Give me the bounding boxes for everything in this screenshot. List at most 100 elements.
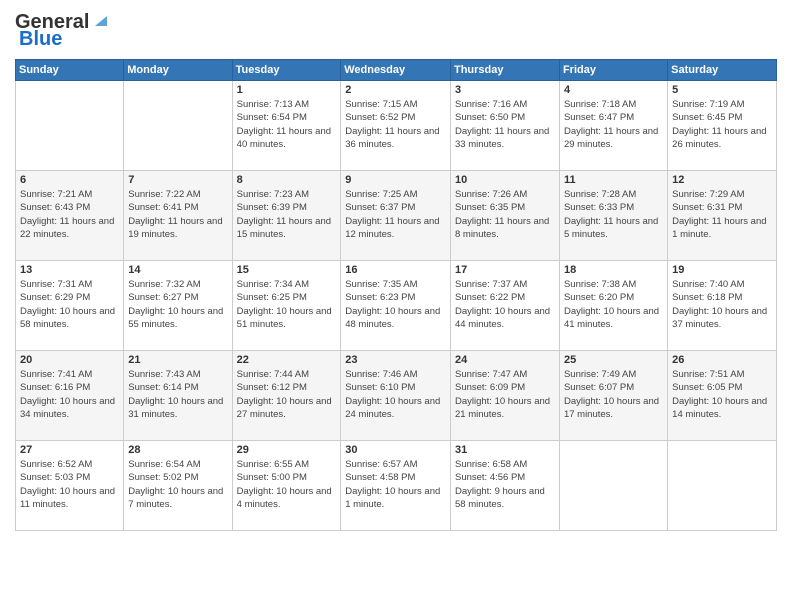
- day-number: 31: [455, 444, 555, 456]
- day-number: 11: [564, 174, 663, 186]
- day-info: Sunrise: 7:37 AM Sunset: 6:22 PM Dayligh…: [455, 278, 555, 331]
- day-info: Sunrise: 7:16 AM Sunset: 6:50 PM Dayligh…: [455, 98, 555, 151]
- page: General Blue SundayMondayTuesdayWednesda…: [0, 0, 792, 612]
- calendar-cell: 5 Sunrise: 7:19 AM Sunset: 6:45 PM Daylig…: [668, 81, 777, 171]
- calendar: SundayMondayTuesdayWednesdayThursdayFrid…: [15, 59, 777, 531]
- day-number: 28: [128, 444, 227, 456]
- calendar-cell: 10 Sunrise: 7:26 AM Sunset: 6:35 PM Dayli…: [450, 171, 559, 261]
- day-number: 5: [672, 84, 772, 96]
- day-info: Sunrise: 7:25 AM Sunset: 6:37 PM Dayligh…: [345, 188, 446, 241]
- day-number: 21: [128, 354, 227, 366]
- calendar-cell: 30Sunrise: 6:57 AM Sunset: 4:58 PM Dayli…: [341, 441, 451, 531]
- day-number: 10: [455, 174, 555, 186]
- calendar-cell: 19 Sunrise: 7:40 AM Sunset: 6:18 PM Dayli…: [668, 261, 777, 351]
- calendar-cell: [559, 441, 667, 531]
- calendar-cell: 3Sunrise: 7:16 AM Sunset: 6:50 PM Daylig…: [450, 81, 559, 171]
- day-number: 1: [237, 84, 337, 96]
- day-info: Sunrise: 7:51 AM Sunset: 6:05 PM Dayligh…: [672, 368, 772, 421]
- day-number: 8: [237, 174, 337, 186]
- day-number: 18: [564, 264, 663, 276]
- day-info: Sunrise: 7:43 AM Sunset: 6:14 PM Dayligh…: [128, 368, 227, 421]
- calendar-cell: 26 Sunrise: 7:51 AM Sunset: 6:05 PM Dayli…: [668, 351, 777, 441]
- calendar-cell: 15Sunrise: 7:34 AM Sunset: 6:25 PM Dayli…: [232, 261, 341, 351]
- day-number: 15: [237, 264, 337, 276]
- calendar-cell: 14 Sunrise: 7:32 AM Sunset: 6:27 PM Dayli…: [124, 261, 232, 351]
- calendar-cell: 23 Sunrise: 7:46 AM Sunset: 6:10 PM Dayli…: [341, 351, 451, 441]
- day-info: Sunrise: 6:54 AM Sunset: 5:02 PM Dayligh…: [128, 458, 227, 511]
- day-number: 17: [455, 264, 555, 276]
- calendar-cell: 21 Sunrise: 7:43 AM Sunset: 6:14 PM Dayli…: [124, 351, 232, 441]
- calendar-cell: 20 Sunrise: 7:41 AM Sunset: 6:16 PM Dayli…: [16, 351, 124, 441]
- weekday-header-friday: Friday: [559, 60, 667, 81]
- day-number: 7: [128, 174, 227, 186]
- day-info: Sunrise: 7:32 AM Sunset: 6:27 PM Dayligh…: [128, 278, 227, 331]
- calendar-cell: [16, 81, 124, 171]
- day-info: Sunrise: 7:23 AM Sunset: 6:39 PM Dayligh…: [237, 188, 337, 241]
- calendar-cell: 2 Sunrise: 7:15 AM Sunset: 6:52 PM Daylig…: [341, 81, 451, 171]
- day-number: 20: [20, 354, 119, 366]
- day-number: 30: [345, 444, 446, 456]
- day-number: 16: [345, 264, 446, 276]
- day-number: 26: [672, 354, 772, 366]
- calendar-cell: 25 Sunrise: 7:49 AM Sunset: 6:07 PM Dayli…: [559, 351, 667, 441]
- week-row-4: 20 Sunrise: 7:41 AM Sunset: 6:16 PM Dayli…: [16, 351, 777, 441]
- calendar-cell: 17 Sunrise: 7:37 AM Sunset: 6:22 PM Dayli…: [450, 261, 559, 351]
- day-info: Sunrise: 7:22 AM Sunset: 6:41 PM Dayligh…: [128, 188, 227, 241]
- calendar-cell: 18 Sunrise: 7:38 AM Sunset: 6:20 PM Dayli…: [559, 261, 667, 351]
- day-number: 19: [672, 264, 772, 276]
- calendar-cell: 29Sunrise: 6:55 AM Sunset: 5:00 PM Dayli…: [232, 441, 341, 531]
- calendar-cell: 11Sunrise: 7:28 AM Sunset: 6:33 PM Dayli…: [559, 171, 667, 261]
- weekday-header-monday: Monday: [124, 60, 232, 81]
- logo: General Blue: [15, 10, 111, 51]
- day-number: 4: [564, 84, 663, 96]
- logo-arrow-icon: [91, 10, 111, 30]
- day-number: 24: [455, 354, 555, 366]
- day-info: Sunrise: 7:18 AM Sunset: 6:47 PM Dayligh…: [564, 98, 663, 151]
- weekday-header-thursday: Thursday: [450, 60, 559, 81]
- day-number: 25: [564, 354, 663, 366]
- weekday-header-sunday: Sunday: [16, 60, 124, 81]
- day-number: 13: [20, 264, 119, 276]
- calendar-cell: 27 Sunrise: 6:52 AM Sunset: 5:03 PM Dayli…: [16, 441, 124, 531]
- header: General Blue: [15, 10, 777, 51]
- day-info: Sunrise: 7:19 AM Sunset: 6:45 PM Dayligh…: [672, 98, 772, 151]
- weekday-header-saturday: Saturday: [668, 60, 777, 81]
- calendar-body: 1Sunrise: 7:13 AM Sunset: 6:54 PM Daylig…: [16, 81, 777, 531]
- day-number: 12: [672, 174, 772, 186]
- day-info: Sunrise: 7:46 AM Sunset: 6:10 PM Dayligh…: [345, 368, 446, 421]
- day-info: Sunrise: 7:40 AM Sunset: 6:18 PM Dayligh…: [672, 278, 772, 331]
- calendar-cell: [668, 441, 777, 531]
- calendar-cell: 13 Sunrise: 7:31 AM Sunset: 6:29 PM Dayli…: [16, 261, 124, 351]
- day-number: 22: [237, 354, 337, 366]
- day-number: 2: [345, 84, 446, 96]
- day-info: Sunrise: 7:26 AM Sunset: 6:35 PM Dayligh…: [455, 188, 555, 241]
- week-row-5: 27 Sunrise: 6:52 AM Sunset: 5:03 PM Dayli…: [16, 441, 777, 531]
- day-info: Sunrise: 6:58 AM Sunset: 4:56 PM Dayligh…: [455, 458, 555, 511]
- day-number: 9: [345, 174, 446, 186]
- day-info: Sunrise: 7:38 AM Sunset: 6:20 PM Dayligh…: [564, 278, 663, 331]
- weekday-header-wednesday: Wednesday: [341, 60, 451, 81]
- calendar-cell: 4 Sunrise: 7:18 AM Sunset: 6:47 PM Daylig…: [559, 81, 667, 171]
- week-row-1: 1Sunrise: 7:13 AM Sunset: 6:54 PM Daylig…: [16, 81, 777, 171]
- calendar-cell: 28 Sunrise: 6:54 AM Sunset: 5:02 PM Dayli…: [124, 441, 232, 531]
- day-info: Sunrise: 7:44 AM Sunset: 6:12 PM Dayligh…: [237, 368, 337, 421]
- calendar-cell: [124, 81, 232, 171]
- weekday-header-tuesday: Tuesday: [232, 60, 341, 81]
- day-number: 23: [345, 354, 446, 366]
- calendar-cell: 16Sunrise: 7:35 AM Sunset: 6:23 PM Dayli…: [341, 261, 451, 351]
- day-info: Sunrise: 6:52 AM Sunset: 5:03 PM Dayligh…: [20, 458, 119, 511]
- logo-blue: Blue: [19, 28, 62, 51]
- week-row-3: 13 Sunrise: 7:31 AM Sunset: 6:29 PM Dayli…: [16, 261, 777, 351]
- day-number: 14: [128, 264, 227, 276]
- day-info: Sunrise: 7:31 AM Sunset: 6:29 PM Dayligh…: [20, 278, 119, 331]
- day-number: 27: [20, 444, 119, 456]
- calendar-cell: 9 Sunrise: 7:25 AM Sunset: 6:37 PM Daylig…: [341, 171, 451, 261]
- calendar-cell: 7 Sunrise: 7:22 AM Sunset: 6:41 PM Daylig…: [124, 171, 232, 261]
- day-info: Sunrise: 7:49 AM Sunset: 6:07 PM Dayligh…: [564, 368, 663, 421]
- calendar-cell: 31 Sunrise: 6:58 AM Sunset: 4:56 PM Dayli…: [450, 441, 559, 531]
- day-info: Sunrise: 7:41 AM Sunset: 6:16 PM Dayligh…: [20, 368, 119, 421]
- day-number: 6: [20, 174, 119, 186]
- day-info: Sunrise: 7:15 AM Sunset: 6:52 PM Dayligh…: [345, 98, 446, 151]
- week-row-2: 6Sunrise: 7:21 AM Sunset: 6:43 PM Daylig…: [16, 171, 777, 261]
- calendar-cell: 12Sunrise: 7:29 AM Sunset: 6:31 PM Dayli…: [668, 171, 777, 261]
